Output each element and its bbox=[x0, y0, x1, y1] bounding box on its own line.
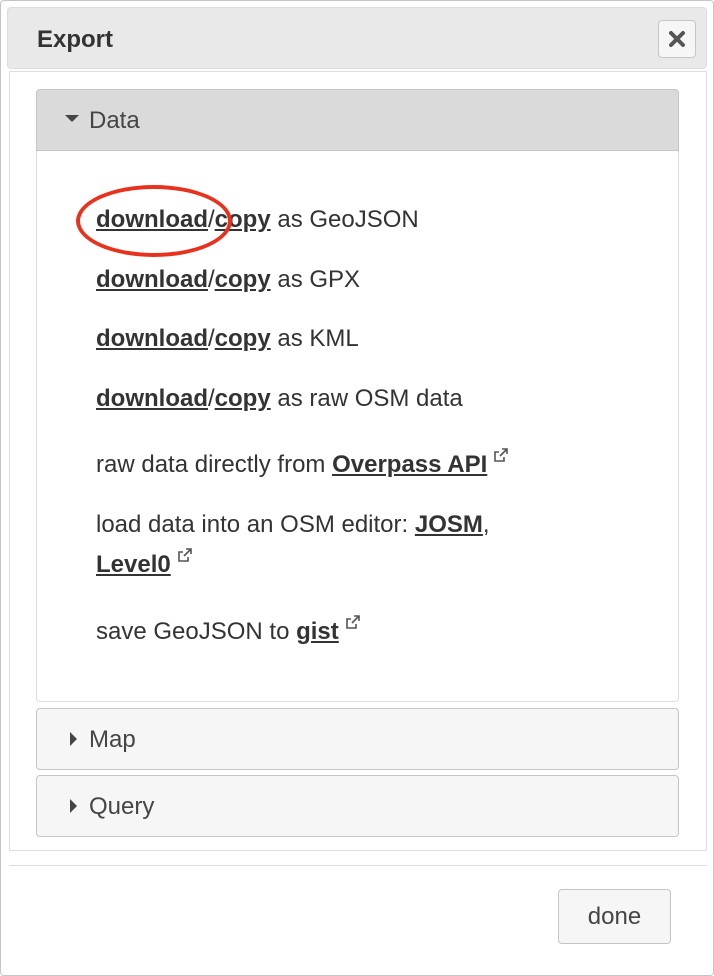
download-gpx-link[interactable]: download bbox=[96, 266, 208, 293]
section-header-map[interactable]: Map bbox=[36, 708, 679, 770]
copy-kml-link[interactable]: copy bbox=[215, 325, 271, 352]
level0-line: Level0 bbox=[96, 548, 193, 579]
section-header-data[interactable]: Data bbox=[36, 89, 679, 151]
close-x-icon bbox=[669, 31, 685, 47]
close-button[interactable] bbox=[658, 20, 696, 58]
format-text: as GeoJSON bbox=[270, 206, 419, 233]
section-label-query: Query bbox=[89, 793, 155, 820]
external-link-icon bbox=[345, 615, 360, 629]
done-button[interactable]: done bbox=[558, 889, 671, 944]
separator-text: / bbox=[207, 325, 215, 352]
download-kml-link[interactable]: download bbox=[96, 325, 208, 352]
triangle-down-icon bbox=[65, 115, 79, 122]
export-kml-line: download/copy as KML bbox=[96, 325, 359, 353]
gist-link[interactable]: gist bbox=[296, 618, 339, 645]
editor-prefix: load data into an OSM editor: bbox=[96, 511, 415, 538]
section-label-map: Map bbox=[89, 726, 136, 753]
section-header-query[interactable]: Query bbox=[36, 775, 679, 837]
external-link-icon bbox=[177, 548, 192, 562]
export-dialog: Export Data download/copy as GeoJSON dow… bbox=[0, 0, 714, 976]
copy-osm-link[interactable]: copy bbox=[215, 385, 271, 412]
annotation-circle bbox=[76, 185, 232, 257]
export-osm-line: download/copy as raw OSM data bbox=[96, 385, 463, 413]
level0-link[interactable]: Level0 bbox=[96, 551, 171, 578]
download-osm-link[interactable]: download bbox=[96, 385, 208, 412]
overpass-api-link[interactable]: Overpass API bbox=[332, 451, 487, 478]
separator-text: / bbox=[207, 385, 215, 412]
separator-text: / bbox=[207, 266, 215, 293]
gist-prefix: save GeoJSON to bbox=[96, 618, 297, 645]
format-text: as GPX bbox=[270, 266, 361, 293]
external-link-icon bbox=[494, 448, 509, 462]
editor-line: load data into an OSM editor: JOSM, bbox=[96, 511, 490, 539]
button-pane-divider bbox=[9, 865, 707, 866]
format-text: as raw OSM data bbox=[270, 385, 463, 412]
josm-link[interactable]: JOSM bbox=[415, 511, 483, 538]
triangle-right-icon bbox=[70, 732, 77, 746]
overpass-prefix: raw data directly from bbox=[96, 451, 333, 478]
overpass-line: raw data directly from Overpass API bbox=[96, 448, 509, 479]
format-text: as KML bbox=[270, 325, 359, 352]
dialog-titlebar[interactable]: Export bbox=[7, 7, 707, 69]
copy-gpx-link[interactable]: copy bbox=[215, 266, 271, 293]
triangle-right-icon bbox=[70, 799, 77, 813]
gist-line: save GeoJSON to gist bbox=[96, 615, 361, 646]
comma-text: , bbox=[482, 511, 490, 538]
section-label-data: Data bbox=[89, 107, 140, 134]
export-gpx-line: download/copy as GPX bbox=[96, 266, 360, 294]
dialog-title: Export bbox=[37, 26, 114, 53]
